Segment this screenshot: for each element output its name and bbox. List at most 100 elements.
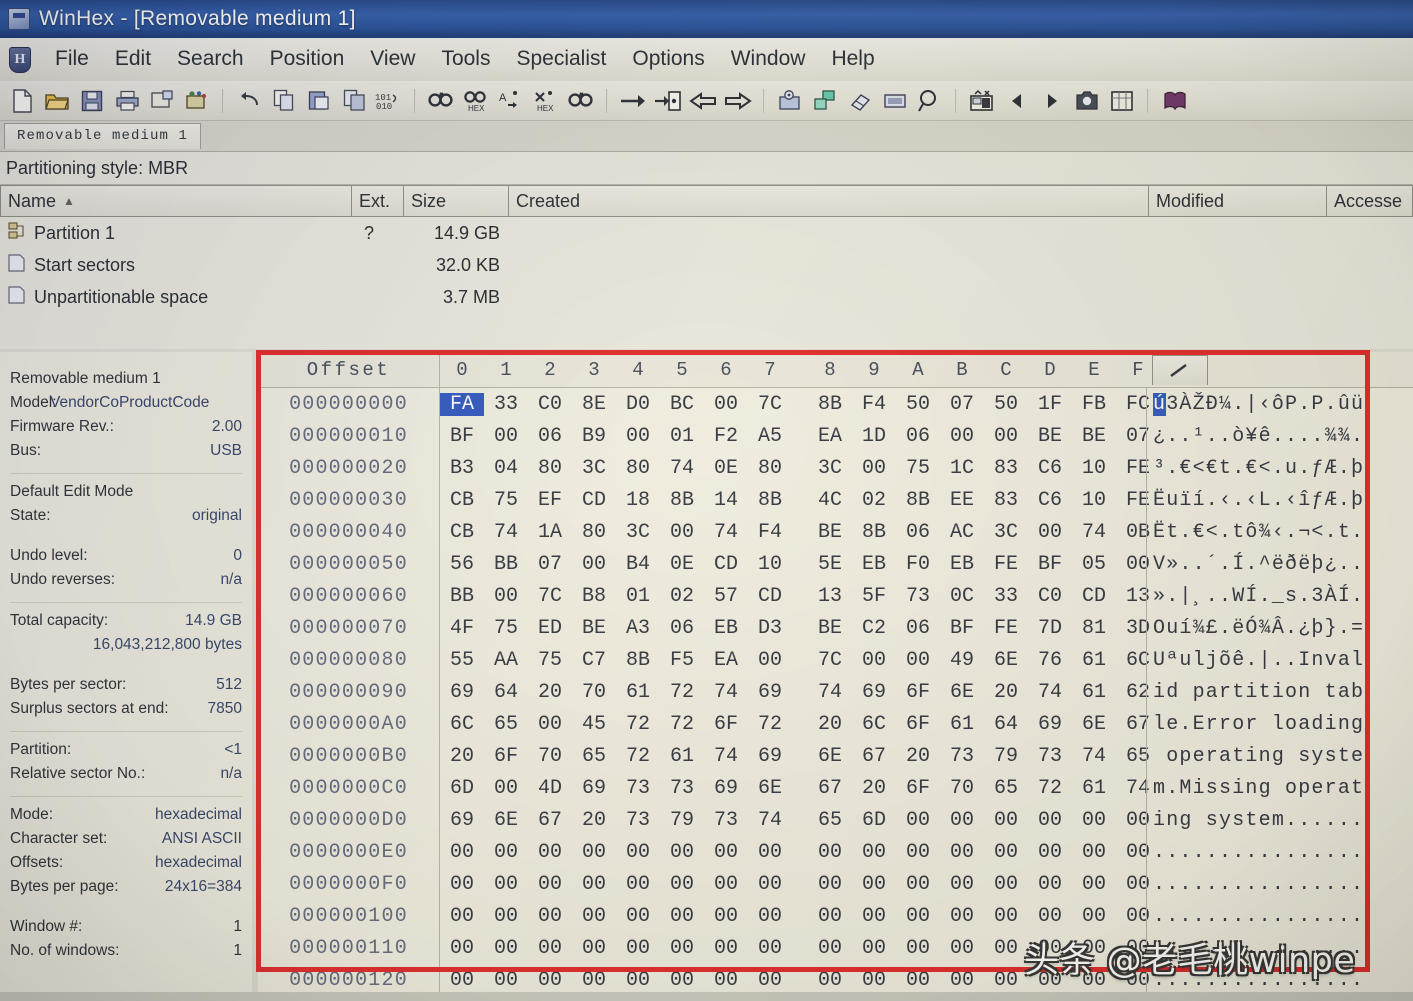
hex-byte-cell[interactable]: 7C (808, 649, 852, 672)
hex-column-header-2[interactable]: 2 (528, 359, 572, 381)
hex-byte-cell[interactable]: 00 (484, 425, 528, 448)
hex-editor-pane[interactable]: Offset 0123456789ABCDEF 000000000 FA 33 C0 8… (258, 352, 1413, 1000)
hex-byte-cell[interactable]: CB (440, 489, 484, 512)
hex-byte-cell[interactable]: EB (852, 553, 896, 576)
hex-row[interactable]: 0000000C0 6D 00 4D 69 73 73 69 6E 67 20 6F 70 65 72 61 7… (258, 772, 1413, 804)
hex-byte-cell[interactable]: 14 (704, 489, 748, 512)
hex-byte-cell[interactable]: 8E (572, 393, 616, 416)
hex-row-ascii[interactable]: Ouí¾£.ëÓ¾Â.¿þ}.= (1146, 612, 1408, 644)
hex-row[interactable]: 000000000 FA 33 C0 8E D0 BC 00 7C 8B F4 50 07 50 1F FB F… (258, 388, 1413, 420)
menu-options[interactable]: Options (619, 45, 717, 75)
hex-byte-cell[interactable]: 20 (572, 809, 616, 832)
hex-byte-cell[interactable]: 00 (528, 969, 572, 992)
hex-byte-cell[interactable]: 00 (484, 905, 528, 928)
hex-byte-cell[interactable]: 00 (984, 809, 1028, 832)
hex-byte-cell[interactable]: F5 (660, 649, 704, 672)
hex-byte-cell[interactable]: 00 (660, 841, 704, 864)
hex-byte-cell[interactable]: CD (1072, 585, 1116, 608)
hex-byte-cell[interactable]: 00 (808, 905, 852, 928)
hex-byte-cell[interactable]: 65 (808, 809, 852, 832)
hex-byte-cell[interactable]: 72 (616, 745, 660, 768)
hex-byte-cell[interactable]: F4 (748, 521, 792, 544)
hex-row[interactable]: 0000000B0 20 6F 70 65 72 61 74 69 6E 67 20 73 79 73 74 6… (258, 740, 1413, 772)
hex-byte-cell[interactable]: 00 (704, 937, 748, 960)
hex-byte-cell[interactable]: 00 (484, 969, 528, 992)
hex-byte-cell[interactable]: D3 (748, 617, 792, 640)
hex-byte-cell[interactable]: 80 (616, 457, 660, 480)
hex-byte-cell[interactable]: 80 (528, 457, 572, 480)
hex-row-bytes[interactable]: 56 BB 07 00 B4 0E CD 10 5E EB F0 EB FE BF 05 00 (440, 548, 1160, 580)
hex-row[interactable]: 000000100 00 00 00 00 00 00 00 00 00 00 00 00 00 00 00 0… (258, 900, 1413, 932)
hex-byte-cell[interactable]: 79 (984, 745, 1028, 768)
hex-byte-cell[interactable]: 65 (484, 713, 528, 736)
hex-byte-cell[interactable]: 00 (808, 937, 852, 960)
hex-byte-cell[interactable]: 00 (1028, 809, 1072, 832)
hex-byte-cell[interactable]: 00 (940, 937, 984, 960)
hex-byte-cell[interactable]: 00 (748, 969, 792, 992)
hex-byte-cell[interactable]: 3C (808, 457, 852, 480)
hex-byte-cell[interactable]: 00 (616, 969, 660, 992)
hex-byte-cell[interactable]: 72 (748, 713, 792, 736)
hex-byte-cell[interactable]: 50 (896, 393, 940, 416)
replace-text-icon[interactable]: A (494, 85, 528, 117)
hex-byte-cell[interactable]: 00 (528, 873, 572, 896)
hex-byte-cell[interactable]: 69 (440, 809, 484, 832)
hex-byte-cell[interactable]: 00 (940, 809, 984, 832)
hex-byte-cell[interactable]: 1A (528, 521, 572, 544)
hex-byte-cell[interactable]: 3C (572, 457, 616, 480)
hex-byte-cell[interactable]: D0 (616, 393, 660, 416)
hex-byte-cell[interactable]: 4C (808, 489, 852, 512)
hex-byte-cell[interactable]: A3 (616, 617, 660, 640)
hex-byte-cell[interactable]: FE (984, 617, 1028, 640)
hex-byte-cell[interactable]: 00 (704, 905, 748, 928)
hex-byte-cell[interactable]: 70 (528, 745, 572, 768)
hex-row-bytes[interactable]: 69 6E 67 20 73 79 73 74 65 6D 00 00 00 00 00 00 (440, 804, 1160, 836)
hex-byte-cell[interactable]: 00 (940, 841, 984, 864)
hex-byte-cell[interactable]: 00 (572, 937, 616, 960)
hex-byte-cell[interactable]: 8B (616, 649, 660, 672)
hex-byte-cell[interactable]: EA (808, 425, 852, 448)
hex-column-header-D[interactable]: D (1028, 359, 1072, 381)
hex-row-bytes[interactable]: 69 64 20 70 61 72 74 69 74 69 6F 6E 20 74 61 62 (440, 676, 1160, 708)
hex-byte-cell[interactable]: 7D (1028, 617, 1072, 640)
disk-tools-icon[interactable] (773, 85, 807, 117)
hex-byte-cell[interactable]: B9 (572, 425, 616, 448)
hex-byte-cell[interactable]: 00 (896, 905, 940, 928)
hex-byte-cell[interactable]: 6E (1072, 713, 1116, 736)
hex-byte-cell[interactable]: FA (440, 392, 484, 416)
hex-byte-cell[interactable]: 4D (528, 777, 572, 800)
hex-byte-cell[interactable]: 00 (896, 809, 940, 832)
hex-byte-cell[interactable]: 00 (572, 841, 616, 864)
clone-disk-icon[interactable] (808, 85, 842, 117)
prev-triangle-icon[interactable] (1000, 85, 1034, 117)
hex-byte-cell[interactable]: 67 (852, 745, 896, 768)
hex-byte-cell[interactable]: 57 (704, 585, 748, 608)
column-header-ext[interactable]: Ext. (352, 185, 404, 217)
hex-row[interactable]: 000000020 B3 04 80 3C 80 74 0E 80 3C 00 75 1C 83 C6 10 F… (258, 452, 1413, 484)
table-row[interactable]: Unpartitionable space 3.7 MB (0, 281, 1413, 313)
hex-byte-cell[interactable]: ED (528, 617, 572, 640)
hex-byte-cell[interactable]: 73 (1028, 745, 1072, 768)
hex-byte-cell[interactable]: 6E (808, 745, 852, 768)
hex-byte-cell[interactable]: EB (704, 617, 748, 640)
hex-byte-cell[interactable]: 00 (660, 873, 704, 896)
hex-byte-cell[interactable]: 00 (896, 841, 940, 864)
hex-byte-cell[interactable]: 00 (808, 969, 852, 992)
hex-column-header-7[interactable]: 7 (748, 359, 792, 381)
hex-byte-cell[interactable]: 00 (852, 937, 896, 960)
hex-byte-cell[interactable]: 00 (616, 873, 660, 896)
hex-byte-cell[interactable]: 01 (616, 585, 660, 608)
hex-byte-cell[interactable]: 00 (572, 969, 616, 992)
hex-byte-cell[interactable]: 20 (440, 745, 484, 768)
hex-byte-cell[interactable]: 18 (616, 489, 660, 512)
hex-byte-cell[interactable]: 00 (852, 873, 896, 896)
hex-byte-cell[interactable]: EE (940, 489, 984, 512)
hex-byte-cell[interactable]: 00 (572, 905, 616, 928)
hex-byte-cell[interactable]: 00 (528, 937, 572, 960)
hex-byte-cell[interactable]: 76 (1028, 649, 1072, 672)
ascii-selected-char[interactable]: ú (1153, 392, 1167, 416)
hex-byte-cell[interactable]: 80 (748, 457, 792, 480)
hex-byte-cell[interactable]: 69 (440, 681, 484, 704)
hex-byte-cell[interactable]: 8B (660, 489, 704, 512)
hex-byte-cell[interactable]: BC (660, 393, 704, 416)
